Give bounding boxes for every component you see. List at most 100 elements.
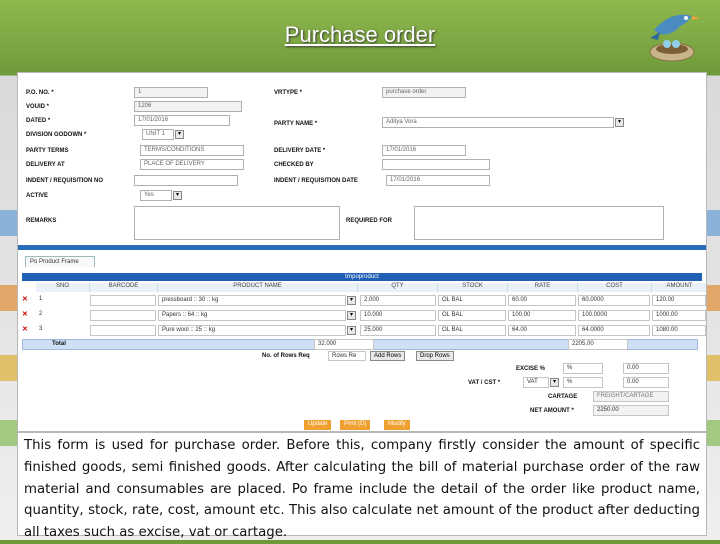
chevron-down-icon[interactable]: ▾ <box>175 130 184 139</box>
vat-select[interactable]: VAT <box>523 377 549 388</box>
delete-row-icon[interactable]: ✕ <box>22 310 28 318</box>
delivery-at-label: DELIVERY AT <box>26 162 65 168</box>
cell-barcode[interactable] <box>90 325 156 336</box>
remarks-label: REMARKS <box>26 218 57 224</box>
po-no-label: P.O. NO. * <box>26 90 54 96</box>
cell-rate[interactable]: 60.00 <box>508 295 576 306</box>
delivery-date-label: DELIVERY DATE * <box>274 148 326 154</box>
indent-no-label: INDENT / REQUISITION NO <box>26 178 104 184</box>
division-godown-select[interactable]: UNIT 1 <box>142 129 174 140</box>
cell-rate[interactable]: 64.00 <box>508 325 576 336</box>
chevron-down-icon[interactable]: ▾ <box>347 296 356 305</box>
delete-row-icon[interactable]: ✕ <box>22 295 28 303</box>
vrtype-field[interactable]: purchase order <box>382 87 466 98</box>
indent-date-field[interactable]: 17/01/2016 <box>386 175 490 186</box>
division-godown-label: DIVISION GODOWN * <box>26 132 87 138</box>
vat-label: VAT / CST * <box>468 380 501 386</box>
remarks-textarea[interactable] <box>134 206 340 240</box>
cartage-field[interactable]: FREIGHT/CARTAGE <box>593 391 669 402</box>
cell-cost: 60.0000 <box>578 295 650 306</box>
checked-by-label: CHECKED BY <box>274 162 314 168</box>
vat-amount-field: 0.00 <box>623 377 669 388</box>
required-for-textarea[interactable] <box>414 206 664 240</box>
total-label: Total <box>52 341 66 347</box>
rows-req-label: No. of Rows Req <box>262 353 310 359</box>
column-header: BARCODE <box>90 283 158 292</box>
cell-sno: 3 <box>36 325 90 336</box>
vat-percent-field[interactable]: % <box>563 377 603 388</box>
chevron-down-icon[interactable]: ▾ <box>347 311 356 320</box>
required-for-label: REQUIRED FOR <box>346 218 393 224</box>
cell-stock: OL BAL <box>438 310 506 321</box>
active-select[interactable]: Yes <box>140 190 172 201</box>
delete-row-icon[interactable]: ✕ <box>22 325 28 333</box>
grid-title: trnpoproduct <box>22 273 702 281</box>
indent-no-field[interactable] <box>134 175 238 186</box>
party-name-select[interactable]: Aditya Vora <box>382 117 614 128</box>
total-amount: 2205.00 <box>568 339 628 350</box>
cell-amount: 1080.00 <box>652 325 706 336</box>
column-header: SNO <box>36 283 90 292</box>
column-header: AMOUNT <box>652 283 706 292</box>
column-header: COST <box>578 283 652 292</box>
rows-req-input[interactable]: Rows Re <box>328 351 366 361</box>
chevron-down-icon[interactable]: ▾ <box>550 378 559 387</box>
checked-by-field[interactable] <box>382 159 490 170</box>
cell-rate[interactable]: 100.00 <box>508 310 576 321</box>
party-terms-label: PARTY TERMS <box>26 148 69 154</box>
section-divider <box>18 245 706 250</box>
excise-percent-field[interactable]: % <box>563 363 603 374</box>
net-amount-label: NET AMOUNT * <box>530 408 574 414</box>
column-header: QTY <box>358 283 438 292</box>
chevron-down-icon[interactable]: ▾ <box>347 326 356 335</box>
drop-rows-button[interactable]: Drop Rows <box>416 351 454 361</box>
party-name-label: PARTY NAME * <box>274 121 318 127</box>
cell-barcode[interactable] <box>90 295 156 306</box>
cell-amount: 120.00 <box>652 295 706 306</box>
modify-button[interactable]: Modify <box>384 420 411 430</box>
party-terms-field[interactable]: TERMS/CONDITIONS <box>140 145 244 156</box>
dated-field[interactable]: 17/01/2016 <box>134 115 230 126</box>
vouid-label: VOUID * <box>26 104 50 110</box>
cell-product[interactable]: Pure wool :: 25 :: kg <box>158 325 346 336</box>
cell-sno: 2 <box>36 310 90 321</box>
cell-cost: 64.0000 <box>578 325 650 336</box>
column-header: STOCK <box>438 283 508 292</box>
net-amount-field: 2250.00 <box>593 405 669 416</box>
chevron-down-icon[interactable]: ▾ <box>173 191 182 200</box>
update-button[interactable]: Update <box>304 420 333 430</box>
vrtype-label: VRTYPE * <box>274 90 303 96</box>
bird-logo-icon <box>649 14 700 62</box>
delivery-date-field[interactable]: 17/01/2016 <box>382 145 466 156</box>
indent-date-label: INDENT / REQUISITION DATE <box>274 178 358 184</box>
dated-label: DATED * <box>26 118 51 124</box>
po-no-field[interactable]: 1 <box>134 87 208 98</box>
chevron-down-icon[interactable]: ▾ <box>615 118 624 127</box>
cell-qty[interactable]: 25.000 <box>360 325 436 336</box>
description-text: This form is used for purchase order. Be… <box>17 432 707 540</box>
cell-product[interactable]: Papers :: 64 :: kg <box>158 310 346 321</box>
column-header: PRODUCT NAME <box>158 283 358 292</box>
excise-label: EXCISE % <box>516 366 546 372</box>
cell-barcode[interactable] <box>90 310 156 321</box>
cell-stock: OL BAL <box>438 325 506 336</box>
cell-product[interactable]: pressboard :: 30 :: kg <box>158 295 346 306</box>
tab-po-product-frame[interactable]: Po Product Frame <box>25 256 95 267</box>
cell-qty[interactable]: 10.000 <box>360 310 436 321</box>
delivery-at-field[interactable]: PLACE OF DELIVERY <box>140 159 244 170</box>
cell-stock: OL BAL <box>438 295 506 306</box>
excise-amount-field: 0.00 <box>623 363 669 374</box>
erp-form-window: P.O. NO. * 1 VOUID * 1206 DATED * 17/01/… <box>17 72 707 432</box>
slide-title: Purchase order <box>284 22 436 47</box>
total-qty: 32.000 <box>314 339 374 350</box>
vouid-field[interactable]: 1206 <box>134 101 242 112</box>
cell-amount: 1000.00 <box>652 310 706 321</box>
add-rows-button[interactable]: Add Rows <box>370 351 406 361</box>
print-button[interactable]: Print (D) <box>340 420 372 430</box>
cell-sno: 1 <box>36 295 90 306</box>
cell-qty[interactable]: 2.000 <box>360 295 436 306</box>
cell-cost: 100.0000 <box>578 310 650 321</box>
active-label: ACTIVE <box>26 193 49 199</box>
column-header: RATE <box>508 283 578 292</box>
cartage-label: CARTAGE <box>548 394 578 400</box>
